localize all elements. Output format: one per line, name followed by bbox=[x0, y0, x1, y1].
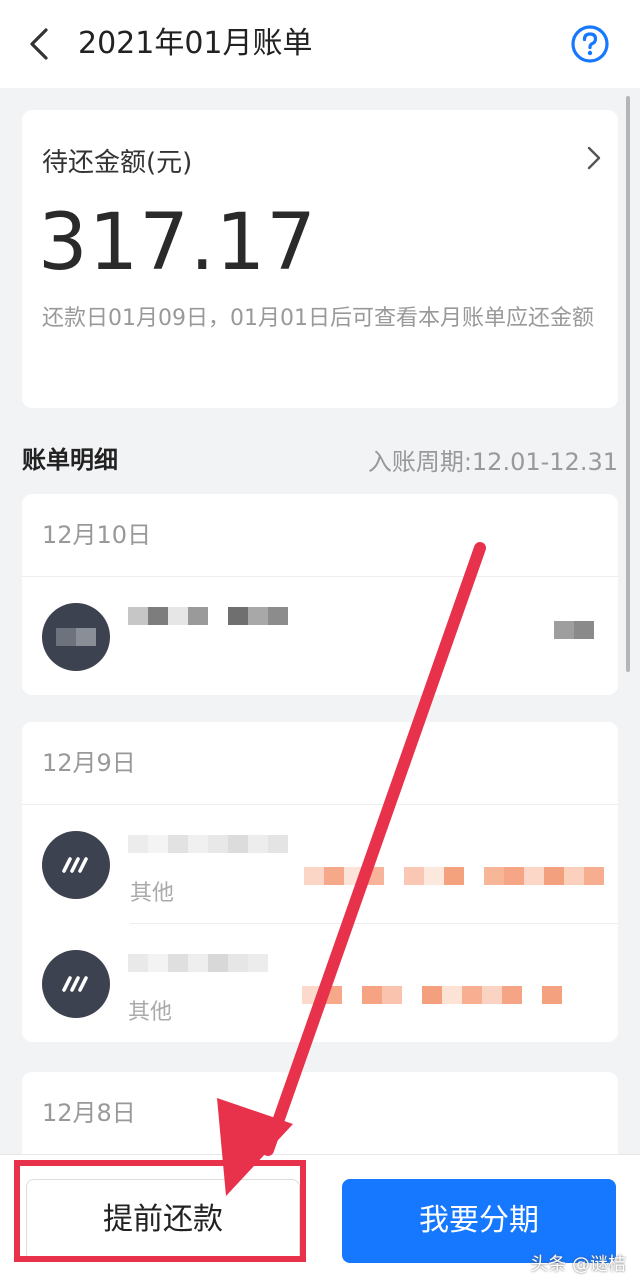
question-circle-icon bbox=[571, 25, 609, 63]
header-bar: 2021年01月账单 bbox=[0, 0, 640, 88]
blurred-amount bbox=[554, 621, 594, 639]
blurred-avatar bbox=[56, 628, 96, 646]
blurred-merchant-name bbox=[128, 954, 268, 972]
chevron-right-icon bbox=[587, 146, 601, 170]
amount-due-label: 待还金额(元) bbox=[42, 148, 193, 178]
group-date: 12月9日 bbox=[22, 722, 618, 805]
bill-page: 2021年01月账单 待还金额(元) 317.17 还款日01月09日，01月0… bbox=[0, 0, 640, 1285]
blurred-merchant-name bbox=[128, 607, 288, 625]
merchant-avatar bbox=[42, 603, 110, 671]
table-row[interactable]: 其他 bbox=[42, 923, 618, 1042]
blurred-amount bbox=[302, 986, 562, 1004]
blurred-amount bbox=[304, 867, 604, 885]
prepay-button[interactable]: 提前还款 bbox=[26, 1179, 300, 1261]
scrollbar[interactable] bbox=[626, 96, 630, 672]
blurred-merchant-name bbox=[128, 835, 288, 853]
watermark: 头条 @谜桔 bbox=[530, 1254, 626, 1275]
amount-due-card[interactable]: 待还金额(元) 317.17 还款日01月09日，01月01日后可查看本月账单应… bbox=[22, 110, 618, 408]
details-title: 账单明细 bbox=[22, 446, 118, 474]
merchant-avatar bbox=[42, 950, 110, 1018]
group-date: 12月10日 bbox=[22, 494, 618, 577]
transaction-group: 12月9日 其他 其他 bbox=[22, 722, 618, 1042]
transaction-category: 其他 bbox=[128, 1000, 173, 1025]
transaction-group: 12月10日 bbox=[22, 494, 618, 695]
amount-due-value: 317.17 bbox=[38, 198, 317, 288]
billing-period: 入账周期:12.01-12.31 bbox=[367, 448, 618, 476]
help-button[interactable] bbox=[570, 24, 610, 64]
merchant-avatar bbox=[42, 831, 110, 899]
chevron-left-icon bbox=[30, 28, 48, 60]
table-row[interactable]: 其他 bbox=[22, 805, 618, 923]
merchant-logo-icon bbox=[62, 857, 88, 873]
repayment-note: 还款日01月09日，01月01日后可查看本月账单应还金额 bbox=[42, 306, 594, 331]
page-title: 2021年01月账单 bbox=[78, 26, 313, 61]
group-date: 12月8日 bbox=[22, 1072, 618, 1155]
table-row[interactable] bbox=[22, 577, 618, 695]
merchant-logo-icon bbox=[62, 976, 88, 992]
transaction-category: 其他 bbox=[130, 881, 175, 906]
back-button[interactable] bbox=[22, 26, 58, 62]
